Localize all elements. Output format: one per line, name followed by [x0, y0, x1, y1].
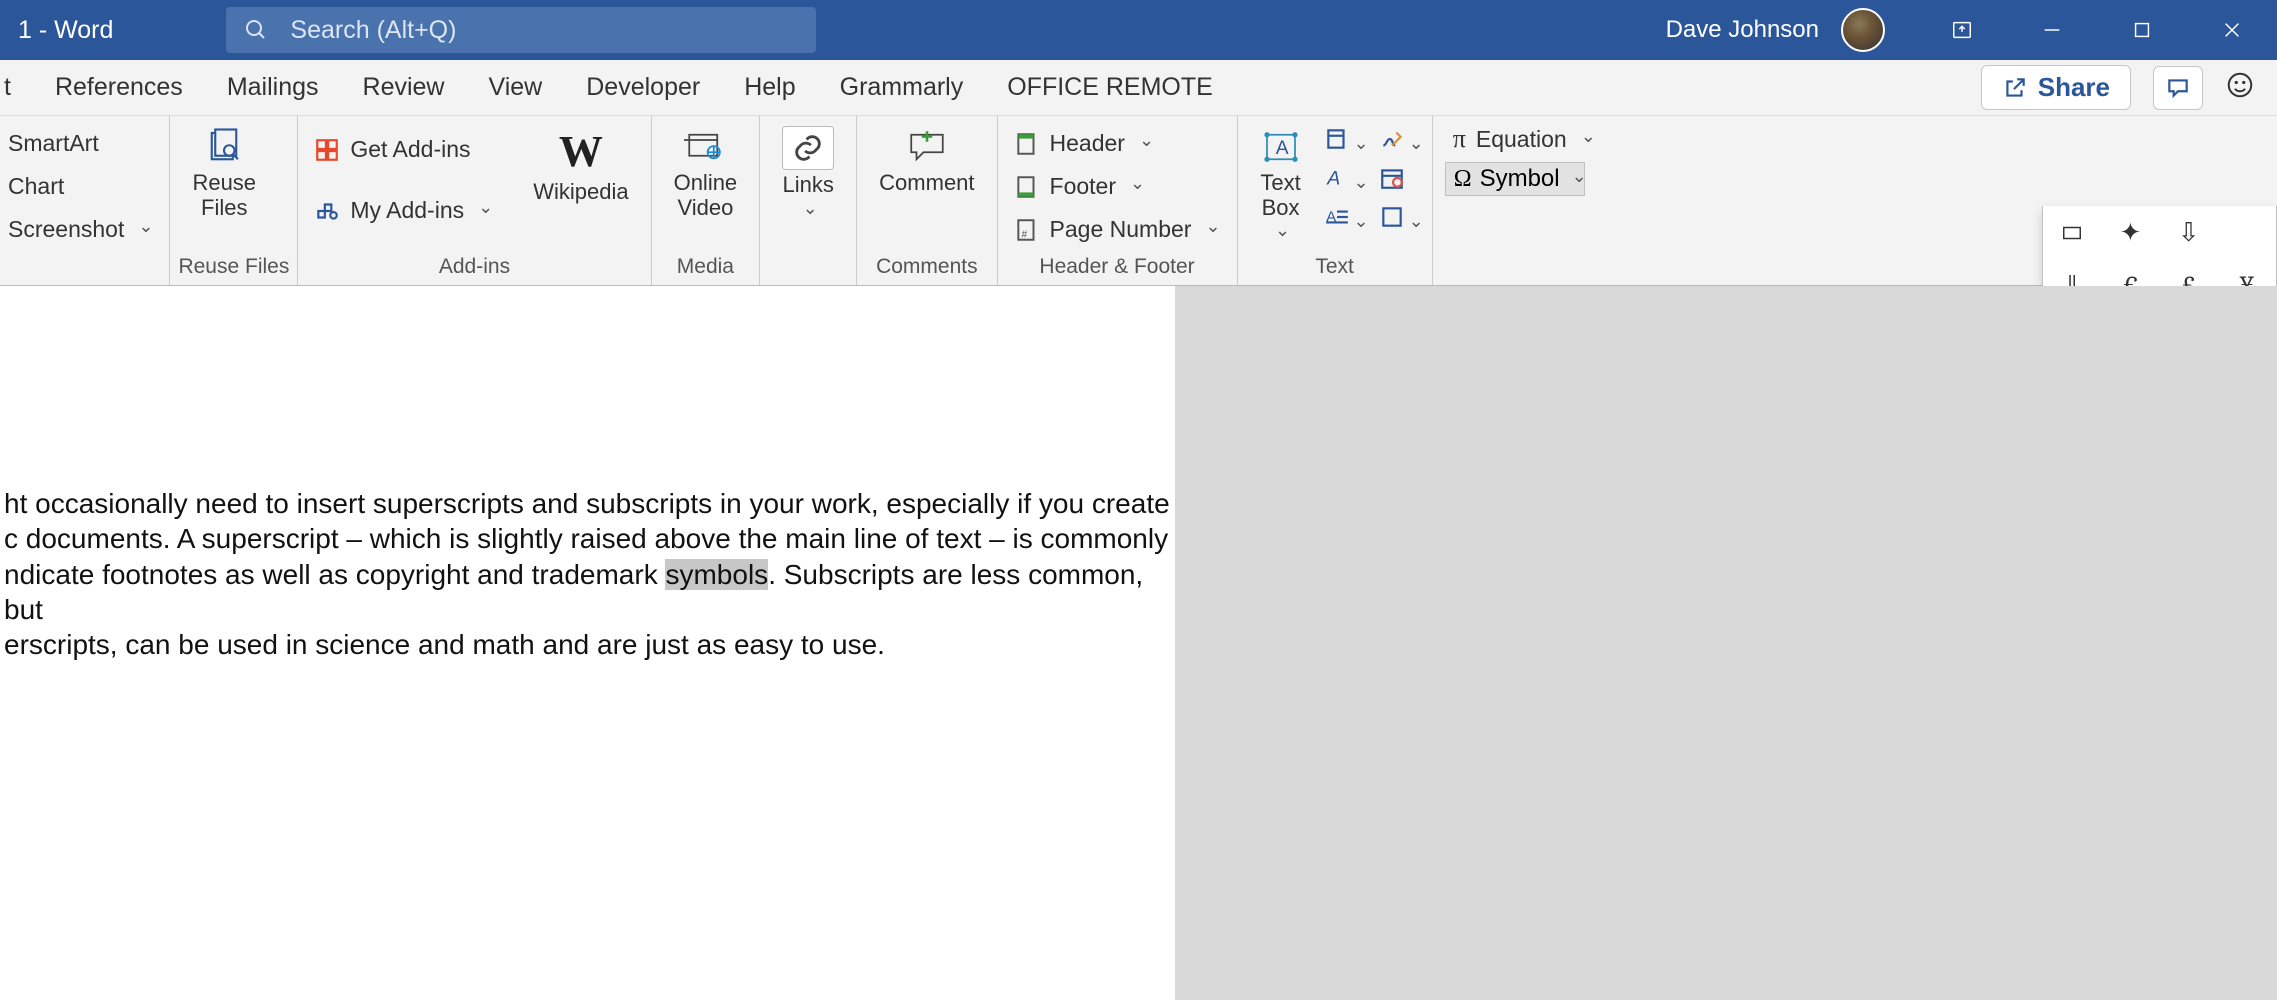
- user-name[interactable]: Dave Johnson: [1666, 16, 1827, 44]
- document-area: ht occasionally need to insert superscri…: [0, 286, 2277, 1000]
- equation-icon: π: [1453, 124, 1466, 154]
- symbol-item[interactable]: ⇩: [2160, 206, 2218, 259]
- reuse-files-button[interactable]: Reuse Files: [178, 120, 270, 227]
- tab-view[interactable]: View: [467, 60, 565, 115]
- group-comments: Comment Comments: [857, 116, 997, 285]
- object-icon: [1379, 204, 1405, 230]
- online-video-button[interactable]: Online Video: [660, 120, 752, 227]
- dropcap-icon: A: [1324, 204, 1350, 230]
- page-number-icon: #: [1014, 217, 1040, 243]
- present-button[interactable]: [1917, 0, 2007, 60]
- group-label-media: Media: [660, 251, 752, 285]
- tab-grammarly[interactable]: Grammarly: [818, 60, 986, 115]
- svg-text:A: A: [1275, 138, 1288, 159]
- comment-icon: [2165, 75, 2191, 101]
- body-text[interactable]: ht occasionally need to insert superscri…: [0, 486, 1175, 662]
- get-addins-button[interactable]: Get Add-ins: [306, 130, 501, 169]
- tab-developer[interactable]: Developer: [564, 60, 722, 115]
- symbol-button[interactable]: Ω Symbol: [1445, 162, 1585, 196]
- group-illustrations: SmartArt Chart Screenshot: [0, 116, 170, 285]
- search-placeholder: Search (Alt+Q): [290, 16, 456, 45]
- date-icon: [1379, 165, 1405, 191]
- chart-button[interactable]: Chart: [0, 167, 161, 206]
- store-icon: [314, 137, 340, 163]
- object-button[interactable]: [1379, 204, 1424, 235]
- rect-icon: [2061, 222, 2083, 244]
- svg-text:#: #: [1021, 229, 1027, 240]
- group-media: Online Video Media: [652, 116, 761, 285]
- tab-help[interactable]: Help: [722, 60, 817, 115]
- text-box-icon: A: [1260, 126, 1302, 168]
- titlebar: 1 - Word Search (Alt+Q) Dave Johnson: [0, 0, 2277, 60]
- avatar[interactable]: [1841, 8, 1885, 52]
- screenshot-button[interactable]: Screenshot: [0, 210, 161, 249]
- symbol-item[interactable]: [2218, 206, 2276, 259]
- search-icon: [244, 18, 268, 42]
- header-icon: [1014, 131, 1040, 157]
- myaddins-icon: [314, 198, 340, 224]
- links-button[interactable]: Links: [768, 120, 848, 229]
- comment-button[interactable]: Comment: [865, 120, 988, 201]
- share-button[interactable]: Share: [1981, 65, 2131, 110]
- document-page[interactable]: ht occasionally need to insert superscri…: [0, 286, 1175, 1000]
- symbol-item[interactable]: ✦: [2101, 206, 2159, 259]
- share-label: Share: [2038, 72, 2110, 103]
- group-label-comments: Comments: [865, 251, 988, 285]
- group-label-addins: Add-ins: [306, 251, 642, 285]
- link-icon: [782, 126, 834, 170]
- new-comment-icon: [906, 126, 948, 168]
- wordart-button[interactable]: A: [1324, 165, 1369, 196]
- footer-icon: [1014, 174, 1040, 200]
- minimize-button[interactable]: [2007, 0, 2097, 60]
- page-number-button[interactable]: #Page Number: [1006, 210, 1229, 249]
- tab-partial[interactable]: t: [0, 60, 33, 115]
- feedback-button[interactable]: [2225, 70, 2255, 105]
- tab-review[interactable]: Review: [341, 60, 467, 115]
- video-icon: [684, 126, 726, 168]
- group-label-reuse: Reuse Files: [178, 251, 289, 285]
- ribbon-tabs: t References Mailings Review View Develo…: [0, 60, 2277, 116]
- my-addins-button[interactable]: My Add-ins: [306, 191, 501, 230]
- reuse-files-icon: [203, 126, 245, 168]
- ribbon: SmartArt Chart Screenshot Reuse Files Re…: [0, 116, 2277, 286]
- comments-pane-button[interactable]: [2153, 66, 2203, 110]
- tab-mailings[interactable]: Mailings: [205, 60, 341, 115]
- share-icon: [2002, 75, 2028, 101]
- wikipedia-button[interactable]: W Wikipedia: [519, 120, 642, 210]
- symbol-item[interactable]: [2043, 206, 2101, 259]
- wikipedia-icon: W: [559, 126, 603, 177]
- group-links: Links: [760, 116, 857, 285]
- header-button[interactable]: Header: [1006, 124, 1229, 163]
- quick-parts-icon: [1324, 126, 1350, 152]
- signature-button[interactable]: [1379, 126, 1424, 157]
- window-title: 1 - Word: [0, 16, 131, 45]
- date-time-button[interactable]: [1379, 165, 1405, 196]
- selected-text[interactable]: symbols: [665, 559, 768, 590]
- group-header-footer: Header Footer #Page Number Header & Foot…: [998, 116, 1238, 285]
- tab-officeremote[interactable]: OFFICE REMOTE: [985, 60, 1235, 115]
- tab-references[interactable]: References: [33, 60, 205, 115]
- maximize-button[interactable]: [2097, 0, 2187, 60]
- footer-button[interactable]: Footer: [1006, 167, 1229, 206]
- group-label-text: Text: [1246, 251, 1424, 285]
- wordart-icon: A: [1324, 165, 1350, 191]
- group-symbols: π Equation Ω Symbol: [1433, 116, 1604, 285]
- omega-icon: Ω: [1454, 166, 1472, 193]
- quick-parts-button[interactable]: [1324, 126, 1369, 157]
- group-label-hf: Header & Footer: [1006, 251, 1229, 285]
- equation-button[interactable]: π Equation: [1445, 122, 1604, 156]
- search-box[interactable]: Search (Alt+Q): [226, 7, 816, 53]
- group-addins: Get Add-ins My Add-ins W Wikipedia Add-i…: [298, 116, 651, 285]
- svg-text:A: A: [1326, 168, 1340, 190]
- close-button[interactable]: [2187, 0, 2277, 60]
- group-reuse-files: Reuse Files Reuse Files: [170, 116, 298, 285]
- text-box-button[interactable]: A Text Box: [1246, 120, 1316, 250]
- smartart-button[interactable]: SmartArt: [0, 124, 161, 163]
- signature-icon: [1379, 126, 1405, 152]
- drop-cap-button[interactable]: A: [1324, 204, 1369, 235]
- group-text: A Text Box A A Text: [1238, 116, 1433, 285]
